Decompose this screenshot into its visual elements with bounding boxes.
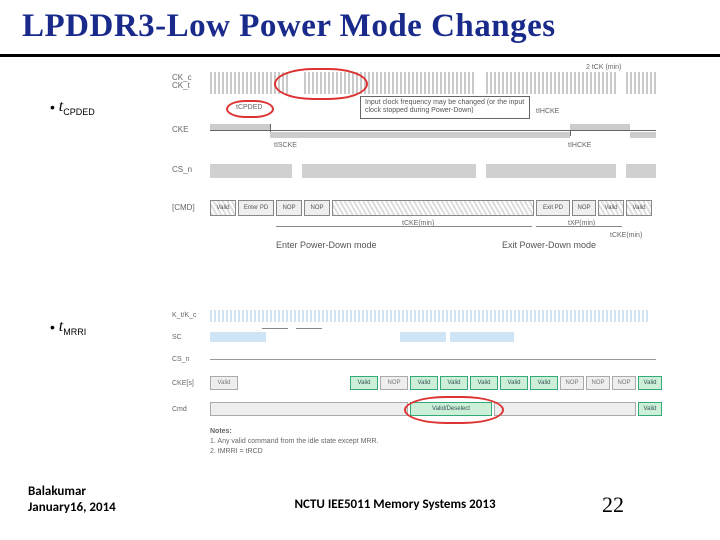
d2-track-sc bbox=[210, 332, 656, 342]
d2-arrow-2 bbox=[296, 328, 322, 329]
d2-label-ck: K_t/K_c bbox=[172, 312, 197, 319]
label-enter-pd: Enter Power-Down mode bbox=[276, 240, 377, 250]
label-tiscke2: tIHCKE bbox=[568, 142, 591, 149]
span-txpmin bbox=[536, 226, 622, 227]
cmd-nop-3: NOP bbox=[572, 200, 596, 216]
bullet-tcpded: • tCPDED bbox=[50, 98, 95, 117]
d2-label-cmd: Cmd bbox=[172, 406, 187, 413]
d2-label-ckes: CKE[s] bbox=[172, 380, 194, 387]
cmd-enter-pd: Enter PD bbox=[238, 200, 274, 216]
title-underline bbox=[0, 54, 720, 57]
label-tckemin2: tCKE(min) bbox=[610, 232, 642, 239]
cmd-nop-1: NOP bbox=[276, 200, 302, 216]
d2-note1: 1. Any valid command from the idle state… bbox=[210, 438, 378, 445]
bullet-dot-icon: • bbox=[50, 319, 55, 335]
slide-title: LPDDR3-Low Power Mode Changes bbox=[22, 8, 556, 45]
label-csn: CS_n bbox=[172, 166, 192, 174]
label-tihcke: tIHCKE bbox=[536, 108, 559, 115]
d2-notes-title: Notes: bbox=[210, 428, 232, 435]
timing-diagram-tmrri: K_t/K_c SC CS_n CKE[s] Valid Valid NOP V… bbox=[166, 300, 662, 472]
bullet-dot-icon: • bbox=[50, 99, 55, 115]
highlight-oval-cmd bbox=[404, 396, 504, 424]
label-2tck: 2 tCK (min) bbox=[586, 64, 621, 71]
page-number: 22 bbox=[602, 492, 624, 518]
highlight-oval-ck bbox=[274, 68, 368, 100]
d2-track-ckes: Valid Valid NOP Valid Valid Valid Valid … bbox=[210, 376, 656, 386]
cmd-valid-1: Valid bbox=[210, 200, 236, 216]
highlight-oval-tcpded bbox=[226, 100, 274, 118]
span-tckemin bbox=[276, 226, 532, 227]
tick-row bbox=[210, 300, 656, 308]
bullet1-sub: CPDED bbox=[63, 107, 95, 117]
d2-label-sc: SC bbox=[172, 334, 182, 341]
d2-track-csn bbox=[210, 354, 656, 364]
timing-diagram-tcpded: CK_c CK_t 2 tCK (min) CKE tCPDED Input c… bbox=[166, 72, 662, 248]
label-ck: CK_c CK_t bbox=[172, 74, 192, 90]
slide: LPDDR3-Low Power Mode Changes • tCPDED •… bbox=[0, 0, 720, 540]
cmd-gap bbox=[332, 200, 534, 216]
label-exit-pd: Exit Power-Down mode bbox=[502, 240, 596, 250]
d2-arrow-1 bbox=[262, 328, 288, 329]
cmd-nop-2: NOP bbox=[304, 200, 330, 216]
cmd-exit-pd: Exit PD bbox=[536, 200, 570, 216]
lane-csn bbox=[210, 164, 656, 178]
bullet2-sub: MRRI bbox=[63, 327, 86, 337]
d2-track-ck bbox=[210, 310, 656, 320]
d2-label-csn: CS_n bbox=[172, 356, 190, 363]
cmd-valid-2: Valid bbox=[598, 200, 624, 216]
lane-cke bbox=[210, 124, 656, 138]
note-freq-change: Input clock frequency may be changed (or… bbox=[360, 96, 530, 119]
label-cke: CKE bbox=[172, 126, 188, 134]
d2-note2: 2. tMRRI = tRCD bbox=[210, 448, 263, 455]
cmd-valid-3: Valid bbox=[626, 200, 652, 216]
label-tiscke: tISCKE bbox=[274, 142, 297, 149]
bullet-tmrri: • tMRRI bbox=[50, 318, 86, 337]
label-cmd: [CMD] bbox=[172, 204, 195, 212]
